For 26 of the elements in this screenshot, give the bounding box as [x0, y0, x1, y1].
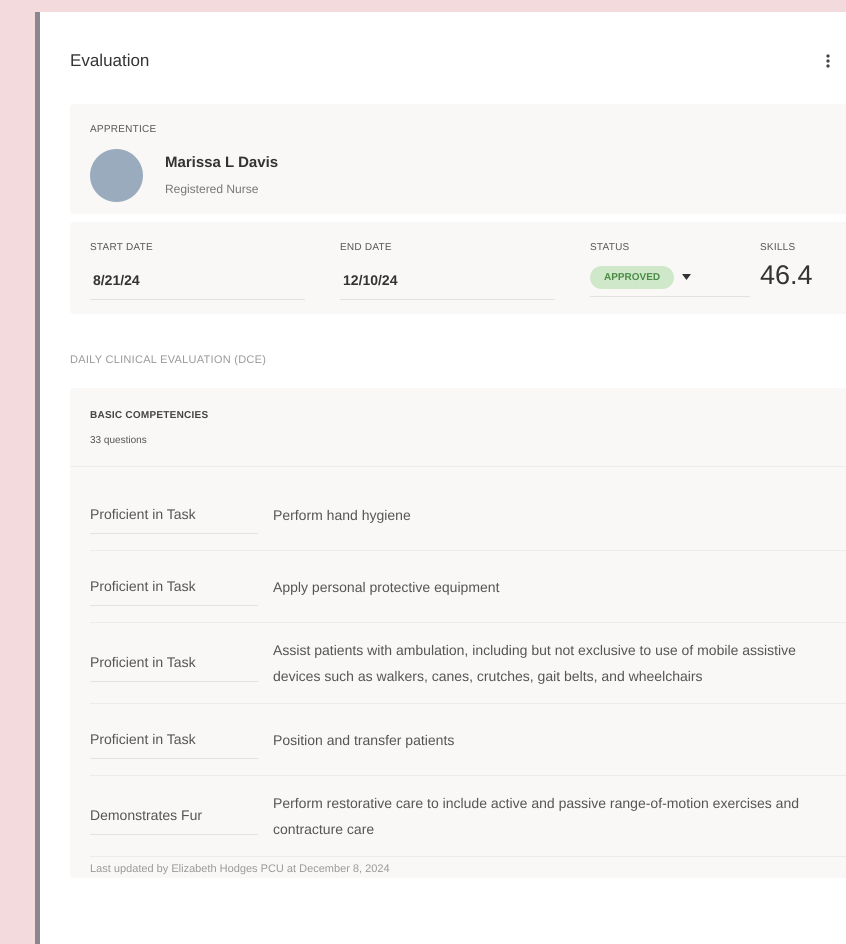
section-title: DAILY CLINICAL EVALUATION (DCE) [70, 352, 268, 368]
panel-title: Evaluation [70, 50, 150, 72]
rating-label: Proficient in Task [90, 496, 258, 534]
last-updated-text: Last updated by Elizabeth Hodges PCU at December 8, 2024 [89, 862, 391, 877]
date-field[interactable]: 8/21/24 [90, 270, 305, 300]
task-text: Assist patients with ambulation, including but not exclusive to use of mobile assistive devices such as walkers, canes, crutches, gait belts, and wheelchairs [273, 641, 797, 686]
rating-label: Proficient in Task [90, 720, 258, 758]
field-label: SKILLS [760, 240, 796, 254]
rating-label: Proficient in Task [90, 568, 258, 606]
rating-label: Demonstrates Fur [90, 797, 258, 835]
task-text: Perform hand hygiene [273, 506, 412, 525]
question-count: 33 questions [90, 434, 148, 448]
field-label: START DATE [90, 240, 154, 254]
more-icon[interactable] [826, 54, 830, 68]
caret-icon[interactable] [682, 274, 692, 280]
task-text: Perform restorative care to include active and passive range-of-motion exercises and contracture care [273, 794, 800, 839]
task-text: Apply personal protective equipment [273, 578, 500, 597]
apprentice-role: Registered Nurse [165, 181, 260, 198]
rating-label: Proficient in Task [90, 644, 258, 682]
field-label: END DATE [340, 240, 393, 254]
date-field[interactable]: 12/10/24 [340, 270, 555, 300]
task-text: Position and transfer patients [273, 730, 456, 750]
apprentice-label: APPRENTICE [90, 122, 158, 136]
group-title: BASIC COMPETENCIES [90, 409, 210, 423]
skills-score: 46.4 [760, 262, 813, 288]
apprentice-name: Marissa L Davis [165, 152, 278, 173]
